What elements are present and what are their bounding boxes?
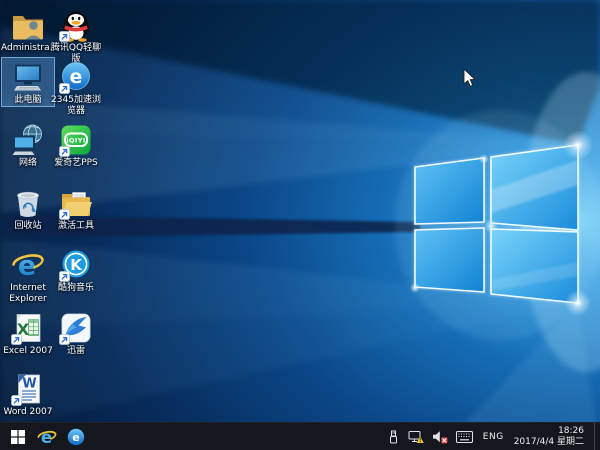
word-icon: W [11,372,45,406]
icon-label: 爱奇艺PPS [54,158,98,169]
desktop-icon-recycle-bin[interactable]: 回收站 [1,183,55,233]
folder-icon [59,186,93,220]
recycle-bin-icon [11,186,45,220]
svg-text:W: W [22,377,36,392]
language-indicator[interactable]: ENG [481,432,506,442]
desktop-icon-xunlei[interactable]: 迅雷 [49,308,103,358]
taskbar-2345-browser-button[interactable]: e [61,423,90,450]
desktop-icon-kugou-music[interactable]: K 酷狗音乐 [49,245,103,295]
desktop-icon-activation-tool[interactable]: 激活工具 [49,183,103,233]
icon-label: 网络 [19,158,37,169]
excel-icon: X [11,311,45,345]
svg-text:e: e [70,66,83,88]
network-warning-tray-icon[interactable] [408,430,424,444]
ie-icon: e [37,427,57,447]
svg-text:K: K [70,256,83,274]
xunlei-bird-icon [59,311,93,345]
computer-icon [11,60,45,94]
shortcut-arrow-badge [12,396,22,406]
svg-text:e: e [72,431,79,444]
svg-text:iQIYI: iQIYI [66,137,85,145]
browser-e-icon: e [67,428,85,446]
icon-label: Word 2007 [4,407,53,418]
iqiyi-icon: iQIYI [59,123,93,157]
desktop-icon-network[interactable]: 网络 [1,120,55,170]
start-button[interactable] [3,423,32,450]
icon-label: 2345加速浏览器 [50,95,102,117]
qq-penguin-icon [59,8,93,42]
icon-label: Excel 2007 [3,346,53,357]
shortcut-arrow-badge [12,335,22,345]
icon-label: 激活工具 [58,221,94,232]
desktop-icon-word-2007[interactable]: W Word 2007 [1,369,55,419]
desktop[interactable]: Administra... 腾讯QQ轻聊版 [0,0,600,450]
user-folder-icon [11,8,45,42]
usb-device-tray-icon[interactable] [387,430,400,444]
ie-icon: e [11,248,45,282]
network-globe-icon [11,123,45,157]
taskbar-left: e e [0,423,90,450]
taskbar-internet-explorer-button[interactable]: e [32,423,61,450]
desktop-icon-2345-browser[interactable]: e 2345加速浏览器 [49,57,103,118]
shortcut-arrow-badge [60,84,70,94]
shortcut-arrow-badge [60,272,70,282]
clock-time: 18:26 [514,426,584,437]
shortcut-arrow-badge [60,32,70,42]
shortcut-arrow-badge [60,147,70,157]
clock[interactable]: 18:26 2017/4/4 星期二 [514,426,586,447]
windows-logo-icon [11,430,25,444]
desktop-icon-administrator[interactable]: Administra... [1,5,55,55]
desktop-icon-excel-2007[interactable]: X Excel 2007 [1,308,55,358]
icon-label: 迅雷 [67,346,85,357]
icon-label: Administra... [1,43,55,54]
touch-keyboard-tray-icon[interactable] [456,431,473,443]
icon-label: 酷狗音乐 [58,283,94,294]
icon-label: 回收站 [14,221,41,232]
system-tray: ENG 18:26 2017/4/4 星期二 [387,423,600,450]
shortcut-arrow-badge [60,335,70,345]
shortcut-arrow-badge [60,210,70,220]
desktop-icon-iqiyi-pps[interactable]: iQIYI 爱奇艺PPS [49,120,103,170]
desktop-icon-this-pc[interactable]: 此电脑 [1,57,55,107]
desktop-icon-internet-explorer[interactable]: e Internet Explorer [1,245,55,306]
kugou-k-icon: K [59,248,93,282]
taskbar: e e [0,422,600,450]
show-desktop-button[interactable] [594,423,600,450]
icon-label: Internet Explorer [2,283,54,305]
volume-muted-tray-icon[interactable] [432,430,448,444]
icon-label: 此电脑 [14,95,41,106]
clock-date: 2017/4/4 星期二 [514,437,584,448]
browser-e-icon: e [59,60,93,94]
